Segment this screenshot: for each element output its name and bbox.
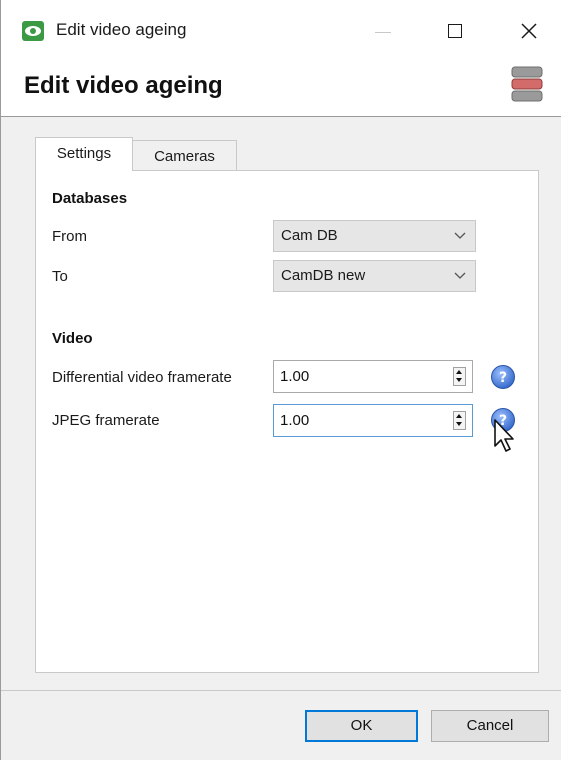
- spin-arrows[interactable]: [453, 411, 466, 430]
- mouse-cursor-icon: [494, 419, 514, 452]
- differential-framerate-stepper[interactable]: 1.00: [273, 360, 473, 393]
- from-label: From: [52, 228, 87, 245]
- jpeg-framerate-value: 1.00: [280, 412, 310, 429]
- close-icon: [521, 23, 537, 39]
- minimize-icon: [375, 32, 391, 33]
- close-button[interactable]: [505, 10, 557, 52]
- cancel-button[interactable]: Cancel: [431, 710, 549, 742]
- svg-text:?: ?: [499, 370, 507, 386]
- video-heading: Video: [52, 330, 93, 347]
- spin-arrows[interactable]: [453, 367, 466, 386]
- window-title: Edit video ageing: [56, 20, 187, 39]
- maximize-button[interactable]: [429, 10, 481, 52]
- maximize-icon: [448, 24, 462, 38]
- minimize-button[interactable]: [357, 10, 409, 52]
- jpeg-framerate-stepper[interactable]: 1.00: [273, 404, 473, 437]
- edit-video-ageing-dialog: Edit video ageing Edit video ageing Sett…: [0, 0, 561, 760]
- differential-framerate-label: Differential video framerate: [52, 369, 232, 386]
- jpeg-framerate-label: JPEG framerate: [52, 412, 160, 429]
- tab-cameras[interactable]: Cameras: [133, 140, 237, 172]
- database-icon: [511, 66, 543, 102]
- eye-icon: [22, 21, 44, 41]
- from-database-select[interactable]: Cam DB: [273, 220, 476, 252]
- dialog-header: Edit video ageing: [1, 58, 561, 117]
- databases-heading: Databases: [52, 190, 128, 207]
- to-label: To: [52, 268, 68, 285]
- help-icon[interactable]: ?: [490, 364, 516, 390]
- footer-divider: [1, 690, 561, 691]
- chevron-down-icon: [454, 272, 466, 279]
- title-bar[interactable]: Edit video ageing: [1, 0, 561, 58]
- tab-settings[interactable]: Settings: [35, 137, 133, 171]
- ok-button[interactable]: OK: [305, 710, 418, 742]
- to-database-select[interactable]: CamDB new: [273, 260, 476, 292]
- to-database-value: CamDB new: [281, 267, 366, 284]
- from-database-value: Cam DB: [281, 227, 338, 244]
- page-title: Edit video ageing: [24, 72, 223, 99]
- chevron-down-icon: [454, 232, 466, 239]
- differential-framerate-value: 1.00: [280, 368, 310, 385]
